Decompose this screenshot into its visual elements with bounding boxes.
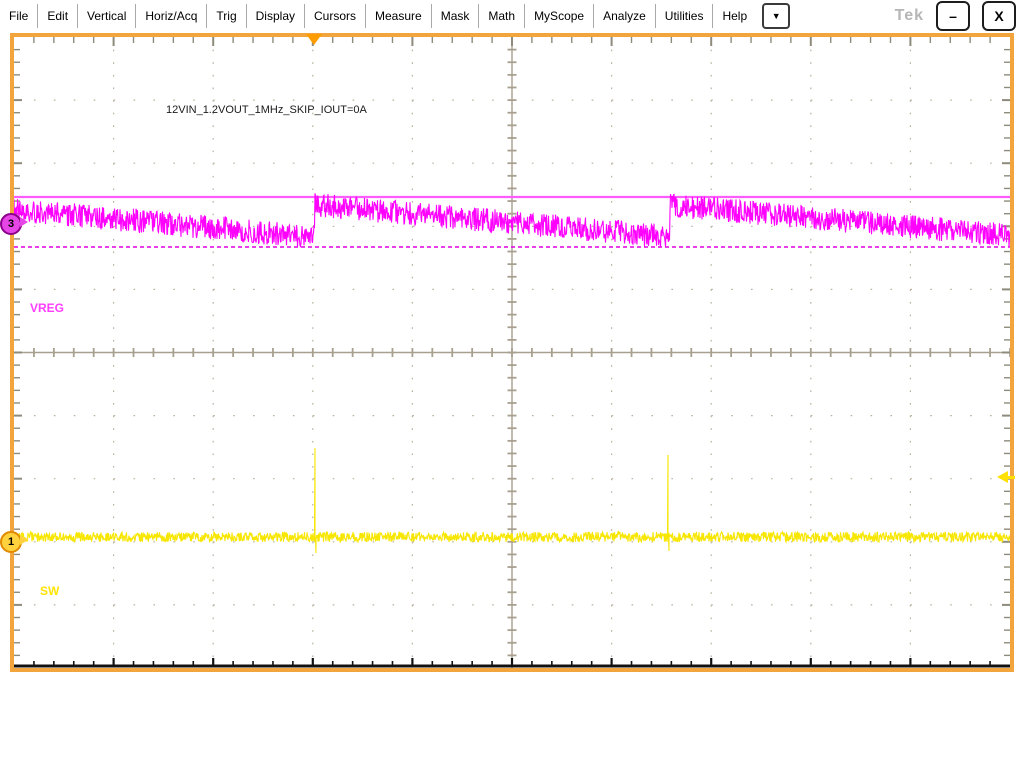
close-icon: X [994,8,1003,24]
menu-item-edit[interactable]: Edit [38,9,77,23]
minimize-icon: – [949,8,957,24]
menu-item-horiz-acq[interactable]: Horiz/Acq [136,9,206,23]
menu-item-cursors[interactable]: Cursors [305,9,365,23]
menu-item-trig[interactable]: Trig [207,9,245,23]
menu-item-myscope[interactable]: MyScope [525,9,593,23]
menu-overflow-button[interactable]: ▼ [762,3,790,29]
waveform-annotation: 12VIN_1.2VOUT_1MHz_SKIP_IOUT=0A [166,104,367,116]
ch3-pointer-icon [20,217,28,227]
ch3-position-marker[interactable]: 3 [0,213,22,235]
menu-item-help[interactable]: Help [713,9,756,23]
oscilloscope-screen: File Edit Vertical Horiz/Acq Trig Displa… [0,0,1024,768]
menu-item-utilities[interactable]: Utilities [656,9,713,23]
menu-item-analyze[interactable]: Analyze [594,9,655,23]
menu-item-math[interactable]: Math [479,9,524,23]
window-controls: Tek – X [895,1,1024,31]
chevron-down-icon: ▼ [772,11,781,21]
ch1-position-marker[interactable]: 1 [0,531,22,553]
trigger-position-icon[interactable] [306,34,322,45]
menu-item-display[interactable]: Display [247,9,304,23]
close-button[interactable]: X [982,1,1016,31]
menu-bar: File Edit Vertical Horiz/Acq Trig Displa… [0,0,1024,31]
ch1-trace-label: SW [40,584,59,598]
menu-item-file[interactable]: File [0,9,37,23]
graticule-canvas [14,37,1010,668]
tek-logo: Tek [895,7,924,25]
readout-area: C1 8.0V/div 1MΩ BW:20.0M C3 10.0mV Offse… [0,672,1024,768]
minimize-button[interactable]: – [936,1,970,31]
menu-item-measure[interactable]: Measure [366,9,431,23]
ch1-pointer-icon [20,535,28,545]
trigger-level-icon[interactable] [997,471,1015,483]
menu-item-mask[interactable]: Mask [432,9,479,23]
menu-item-vertical[interactable]: Vertical [78,9,135,23]
ch3-trace-label: VREG [30,301,64,315]
waveform-display[interactable]: 12VIN_1.2VOUT_1MHz_SKIP_IOUT=0A VREG SW [10,33,1014,672]
